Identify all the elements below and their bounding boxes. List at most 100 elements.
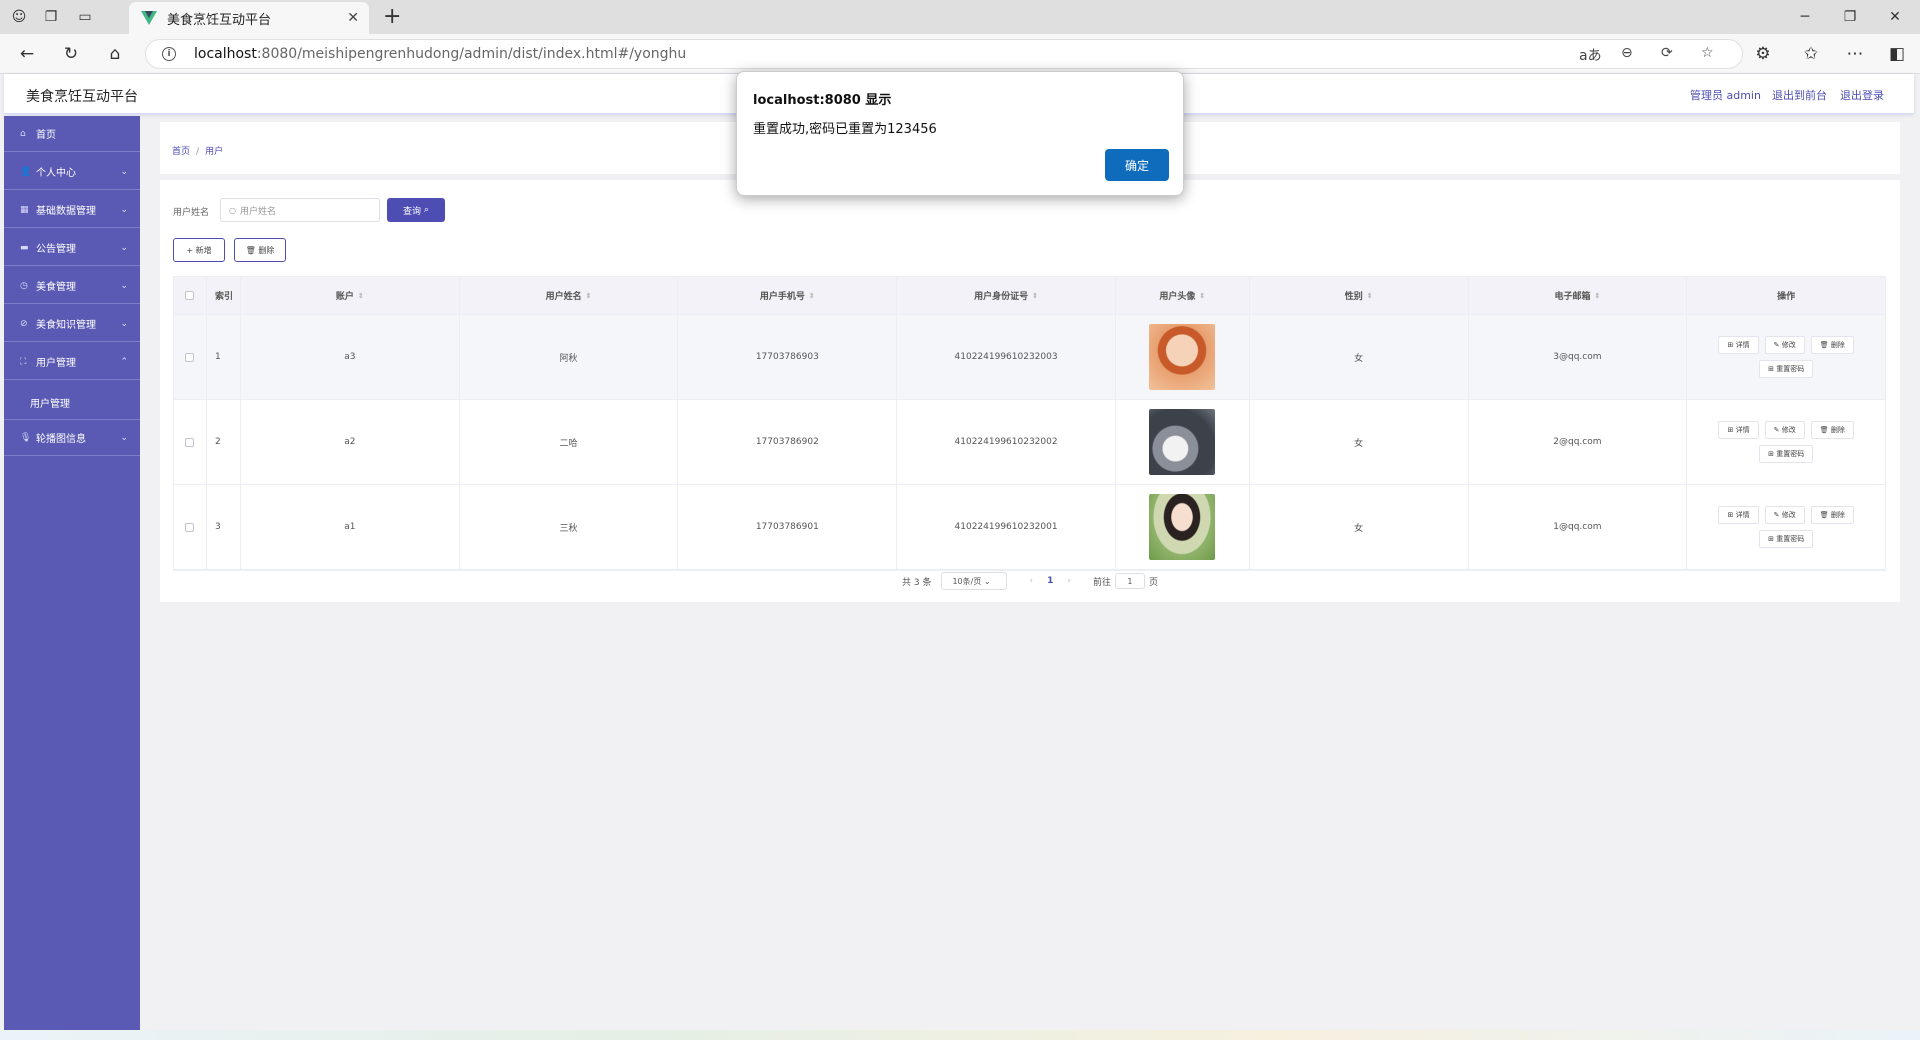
sidebar-item-user-management[interactable]: ⛶ 用户管理 ⌃: [4, 344, 140, 380]
avatar[interactable]: [1149, 494, 1216, 560]
search-input[interactable]: ○ 用户姓名: [220, 198, 380, 222]
edit-icon: ✎: [1773, 511, 1780, 519]
favorites-icon[interactable]: ✩: [1800, 43, 1822, 65]
close-window-icon[interactable]: ✕: [1880, 6, 1910, 28]
row-checkbox[interactable]: [185, 352, 195, 362]
logout-link[interactable]: 退出登录: [1840, 87, 1884, 103]
vue-favicon-icon: [141, 11, 157, 25]
header-phone[interactable]: 用户手机号 ⇕: [678, 277, 898, 314]
sort-icon: ⇕: [1032, 291, 1038, 300]
read-aloud-icon[interactable]: aあ: [1579, 45, 1602, 65]
header-select-all[interactable]: [174, 277, 207, 314]
header-account[interactable]: 账户 ⇕: [241, 277, 460, 314]
favorite-star-icon[interactable]: ☆: [1701, 45, 1714, 61]
header-email[interactable]: 电子邮箱 ⇕: [1469, 277, 1688, 314]
user-icon: 👤: [20, 166, 32, 177]
row-index: 3: [207, 485, 241, 569]
breadcrumb: 首页 / 用户: [172, 147, 224, 157]
detail-button[interactable]: ⊞ 详情: [1718, 421, 1759, 439]
chevron-down-icon: ⌄: [120, 242, 128, 253]
sidebar-item-food[interactable]: ◷ 美食管理 ⌄: [4, 268, 140, 304]
reset-password-button[interactable]: ⊞ 重置密码: [1759, 530, 1814, 548]
pagination: 共 3 条 10条/页 ⌄ ‹ 1 › 前往 1 页: [160, 572, 1900, 590]
sidebar-item-notice[interactable]: ▬ 公告管理 ⌄: [4, 230, 140, 266]
add-button[interactable]: + 新增: [173, 238, 225, 262]
row-index: 1: [207, 315, 241, 399]
tab-actions-icon[interactable]: ▭: [74, 6, 96, 28]
row-name: 三秋: [460, 485, 679, 569]
edge-refresh-icon[interactable]: ⟳: [1661, 45, 1673, 61]
edit-button[interactable]: ✎ 修改: [1764, 421, 1805, 439]
back-icon[interactable]: ←: [16, 43, 38, 65]
reset-password-button[interactable]: ⊞ 重置密码: [1759, 445, 1814, 463]
sidebar-item-basic-data[interactable]: ▦ 基础数据管理 ⌄: [4, 192, 140, 228]
browser-tab[interactable]: 美食烹饪互动平台 ✕: [129, 2, 369, 34]
sidebar-toggle-icon[interactable]: ◧: [1886, 43, 1908, 65]
sort-icon: ⇕: [357, 291, 364, 300]
close-tab-icon[interactable]: ✕: [347, 10, 359, 26]
sort-icon: ⇕: [1594, 291, 1601, 300]
table-row[interactable]: 2 a2 二哈 17703786902 410224199610232002 女…: [174, 400, 1885, 485]
header-name[interactable]: 用户姓名 ⇕: [460, 277, 679, 314]
reset-password-button[interactable]: ⊞ 重置密码: [1759, 360, 1814, 378]
new-tab-icon[interactable]: +: [383, 4, 401, 29]
row-checkbox[interactable]: [185, 437, 195, 447]
header-idcard[interactable]: 用户身份证号 ⇕: [897, 277, 1116, 314]
row-account: a1: [241, 485, 460, 569]
detail-button[interactable]: ⊞ 详情: [1718, 336, 1759, 354]
page-size-select[interactable]: 10条/页 ⌄: [941, 572, 1008, 590]
trash-icon: 🗑: [1819, 341, 1829, 349]
search-button[interactable]: 查询 ⌕: [387, 198, 445, 222]
dialog-ok-button[interactable]: 确定: [1105, 149, 1169, 181]
row-delete-button[interactable]: 🗑 删除: [1810, 421, 1854, 439]
row-phone: 17703786903: [678, 315, 898, 399]
minimize-icon[interactable]: ─: [1790, 6, 1820, 28]
sidebar-item-home[interactable]: ⌂ 首页: [4, 116, 140, 152]
row-sex: 女: [1250, 485, 1469, 569]
row-account: a2: [241, 400, 460, 484]
more-icon[interactable]: ⋯: [1844, 43, 1866, 65]
goto-page-input[interactable]: 1: [1114, 573, 1145, 589]
row-delete-button[interactable]: 🗑 删除: [1810, 336, 1854, 354]
breadcrumb-current: 用户: [205, 147, 224, 157]
zoom-out-icon[interactable]: ⊖: [1621, 45, 1633, 61]
detail-button[interactable]: ⊞ 详情: [1718, 506, 1759, 524]
delete-button[interactable]: 🗑 删除: [234, 238, 286, 262]
header-sex[interactable]: 性别 ⇕: [1250, 277, 1469, 314]
workspaces-icon[interactable]: ❐: [40, 6, 62, 28]
table-row[interactable]: 3 a1 三秋 17703786901 410224199610232001 女…: [174, 485, 1885, 570]
edit-button[interactable]: ✎ 修改: [1764, 336, 1805, 354]
next-page-icon[interactable]: ›: [1067, 576, 1071, 586]
profile-avatar-icon[interactable]: ☺: [8, 6, 30, 28]
submenu-user-management[interactable]: 用户管理: [4, 386, 140, 420]
header-avatar[interactable]: 用户头像 ⇕: [1116, 277, 1250, 314]
chevron-down-icon: ⌄: [120, 204, 128, 215]
microphone-icon: 🎙: [20, 432, 32, 443]
extensions-icon[interactable]: ⚙: [1752, 43, 1774, 65]
restore-icon[interactable]: ❐: [1835, 6, 1865, 28]
row-checkbox[interactable]: [185, 522, 195, 532]
info-icon[interactable]: i: [162, 47, 176, 61]
avatar[interactable]: [1149, 324, 1216, 390]
page-unit-label: 页: [1148, 577, 1158, 588]
home-icon[interactable]: ⌂: [104, 43, 126, 65]
sidebar-item-carousel[interactable]: 🎙 轮播图信息 ⌄: [4, 420, 140, 456]
avatar[interactable]: [1149, 409, 1216, 475]
url-input[interactable]: i localhost:8080/meishipengrenhudong/adm…: [145, 39, 1743, 69]
row-delete-button[interactable]: 🗑 删除: [1810, 506, 1854, 524]
user-table: 索引 账户 ⇕ 用户姓名 ⇕ 用户手机号 ⇕ 用户身份证号 ⇕ 用户头像 ⇕ 性别 ⇕ 电子…: [173, 276, 1886, 571]
admin-user-link[interactable]: 管理员 admin: [1690, 87, 1761, 103]
sidebar-item-food-knowledge[interactable]: ⊘ 美食知识管理 ⌄: [4, 306, 140, 342]
prev-page-icon[interactable]: ‹: [1029, 576, 1033, 586]
browser-tab-bar: ☺ ❐ ▭ 美食烹饪互动平台 ✕ + ─ ❐ ✕: [0, 0, 1920, 34]
exit-to-front-link[interactable]: 退出到前台: [1772, 87, 1827, 103]
checkbox[interactable]: [185, 291, 195, 300]
page-number[interactable]: 1: [1047, 576, 1053, 586]
table-row[interactable]: 1 a3 阿秋 17703786903 410224199610232003 女…: [174, 315, 1885, 400]
chevron-down-icon: ⌄: [120, 318, 128, 329]
sidebar-item-personal-center[interactable]: 👤 个人中心 ⌄: [4, 154, 140, 190]
refresh-icon[interactable]: ↻: [60, 43, 82, 65]
breadcrumb-home[interactable]: 首页: [172, 147, 190, 157]
edit-button[interactable]: ✎ 修改: [1764, 506, 1805, 524]
app-title: 美食烹饪互动平台: [26, 89, 138, 105]
